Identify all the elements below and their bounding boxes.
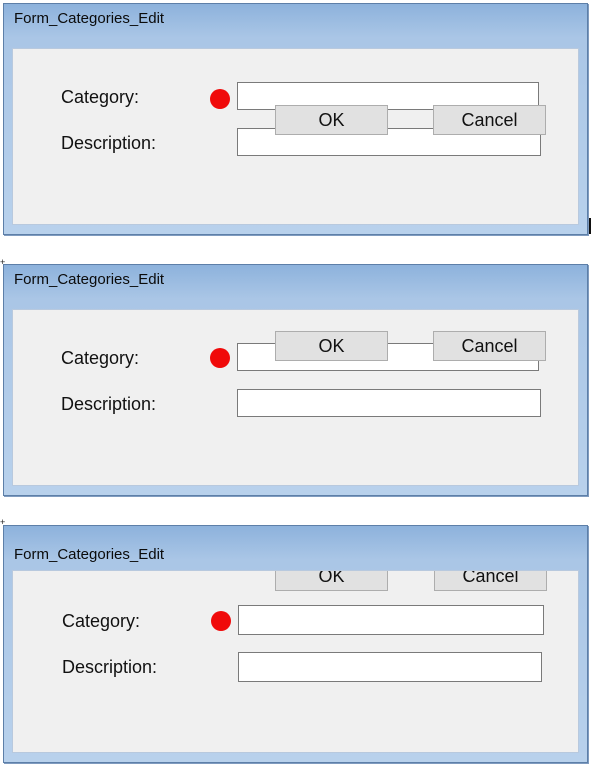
dialog-window: Form_Categories_Edit Category: Descripti… xyxy=(3,3,588,235)
category-label: Category: xyxy=(62,611,141,631)
dialog-client-area: Category: Description: OK Cancel xyxy=(12,309,579,486)
cancel-button[interactable]: Cancel xyxy=(433,331,546,361)
window-title: Form_Categories_Edit xyxy=(14,546,165,563)
category-label: Category: xyxy=(61,87,140,107)
dialog-window: Form_Categories_Edit Category: Descripti… xyxy=(3,525,588,763)
required-indicator-icon xyxy=(210,89,230,109)
description-input[interactable] xyxy=(238,652,542,682)
dialog-window: Form_Categories_Edit Category: Descripti… xyxy=(3,264,588,496)
description-label: Description: xyxy=(61,394,157,414)
cancel-button[interactable]: Cancel xyxy=(434,571,547,591)
dialog-client-area: Category: Description: OK Cancel xyxy=(12,48,579,225)
ok-button[interactable]: OK xyxy=(275,105,388,135)
category-input[interactable] xyxy=(238,605,544,635)
ok-button[interactable]: OK xyxy=(275,571,388,591)
window-title: Form_Categories_Edit xyxy=(14,10,165,27)
required-indicator-icon xyxy=(211,611,231,631)
category-label: Category: xyxy=(61,348,140,368)
description-input[interactable] xyxy=(237,389,541,417)
description-label: Description: xyxy=(61,133,157,153)
window-title: Form_Categories_Edit xyxy=(14,271,165,288)
description-label: Description: xyxy=(62,657,158,677)
window-edge-mark xyxy=(589,218,591,234)
cancel-button[interactable]: Cancel xyxy=(433,105,546,135)
ok-button[interactable]: OK xyxy=(275,331,388,361)
dialog-client-area: Category: Description: OK Cancel xyxy=(12,570,579,753)
required-indicator-icon xyxy=(210,348,230,368)
